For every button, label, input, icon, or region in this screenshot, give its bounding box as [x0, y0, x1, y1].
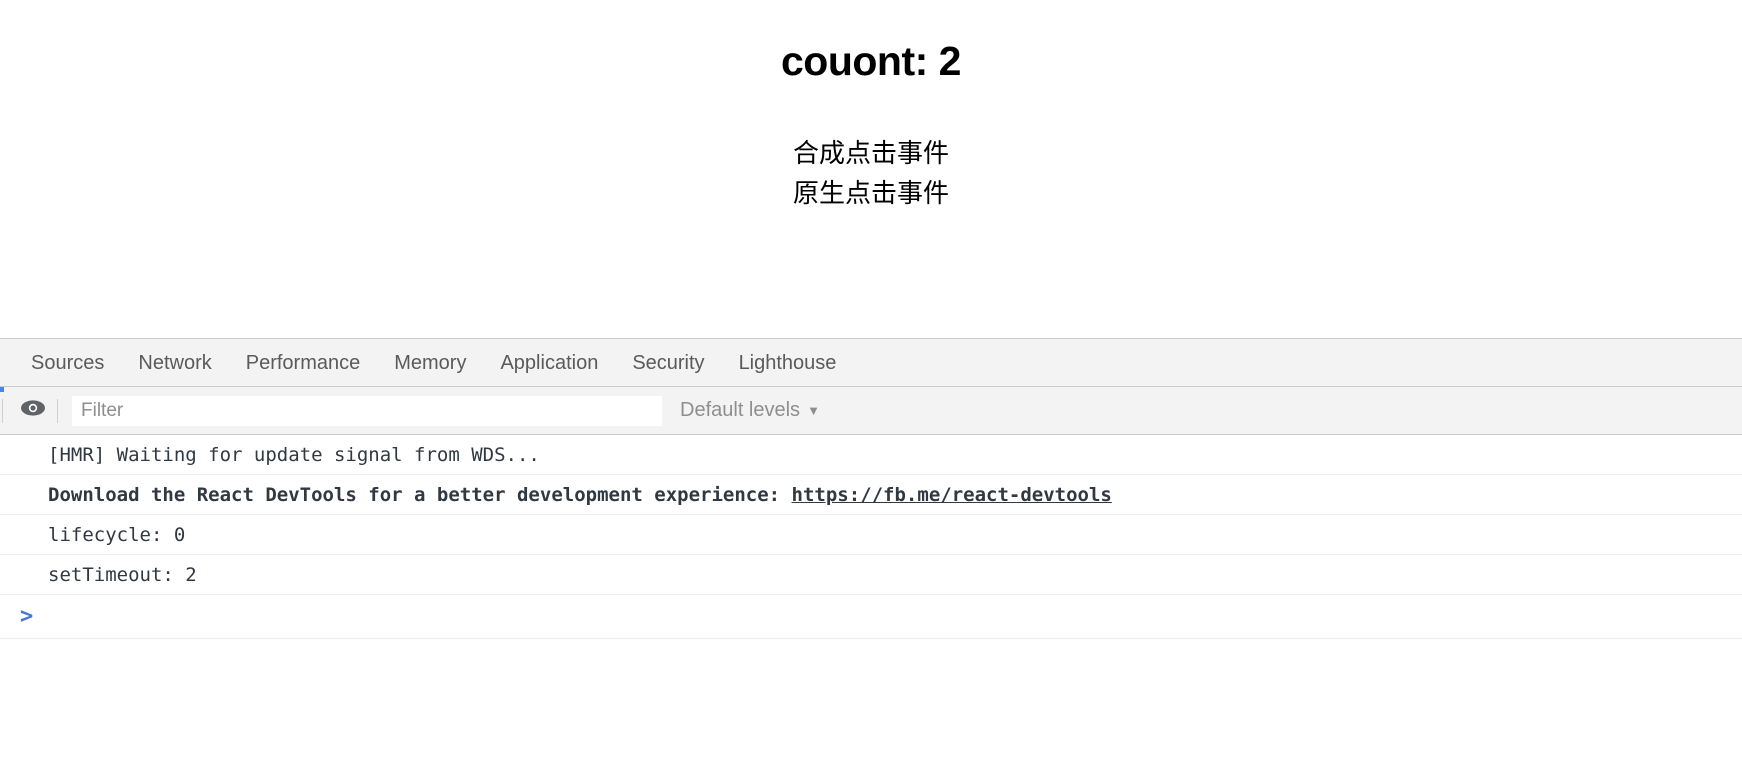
toolbar-divider-left [2, 398, 3, 423]
console-sidebar-toggle-button[interactable] [11, 393, 55, 429]
react-devtools-link[interactable]: https://fb.me/react-devtools [792, 484, 1112, 506]
console-message-row[interactable]: setTimeout: 2 [0, 555, 1742, 595]
console-message-text: Download the React DevTools for a better… [48, 483, 792, 506]
console-toolbar: Default levels ▼ [0, 387, 1742, 435]
filter-input[interactable] [72, 395, 662, 426]
devtools-panel: Sources Network Performance Memory Appli… [0, 338, 1742, 762]
web-page-viewport: couont: 2 合成点击事件 原生点击事件 [0, 0, 1742, 338]
eye-icon [20, 399, 46, 422]
tab-lighthouse[interactable]: Lighthouse [722, 339, 854, 387]
devtools-tabbar: Sources Network Performance Memory Appli… [0, 339, 1742, 387]
console-message-row[interactable]: lifecycle: 0 [0, 515, 1742, 555]
tab-sources[interactable]: Sources [14, 339, 121, 387]
console-input-row[interactable]: > [0, 595, 1742, 639]
prompt-caret-icon: > [20, 603, 34, 629]
toolbar-divider-right [57, 398, 58, 423]
console-message-row[interactable]: [HMR] Waiting for update signal from WDS… [0, 435, 1742, 475]
tab-performance[interactable]: Performance [229, 339, 378, 387]
tab-memory[interactable]: Memory [377, 339, 483, 387]
console-message-text: lifecycle: 0 [48, 523, 186, 546]
console-message-text: setTimeout: 2 [48, 563, 197, 586]
console-message-text: [HMR] Waiting for update signal from WDS… [48, 443, 540, 466]
native-click-label[interactable]: 原生点击事件 [0, 173, 1742, 213]
console-message-row[interactable]: Download the React DevTools for a better… [0, 475, 1742, 515]
tab-network[interactable]: Network [121, 339, 228, 387]
tab-security[interactable]: Security [615, 339, 721, 387]
synthetic-click-label[interactable]: 合成点击事件 [0, 133, 1742, 173]
console-empty-space [0, 639, 1742, 749]
console-message-list: [HMR] Waiting for update signal from WDS… [0, 435, 1742, 749]
tab-application[interactable]: Application [483, 339, 615, 387]
log-levels-label: Default levels [680, 399, 801, 421]
log-levels-dropdown[interactable]: Default levels ▼ [680, 399, 820, 422]
chevron-down-icon: ▼ [807, 403, 820, 418]
page-title: couont: 2 [781, 38, 961, 84]
active-panel-indicator [0, 387, 4, 392]
